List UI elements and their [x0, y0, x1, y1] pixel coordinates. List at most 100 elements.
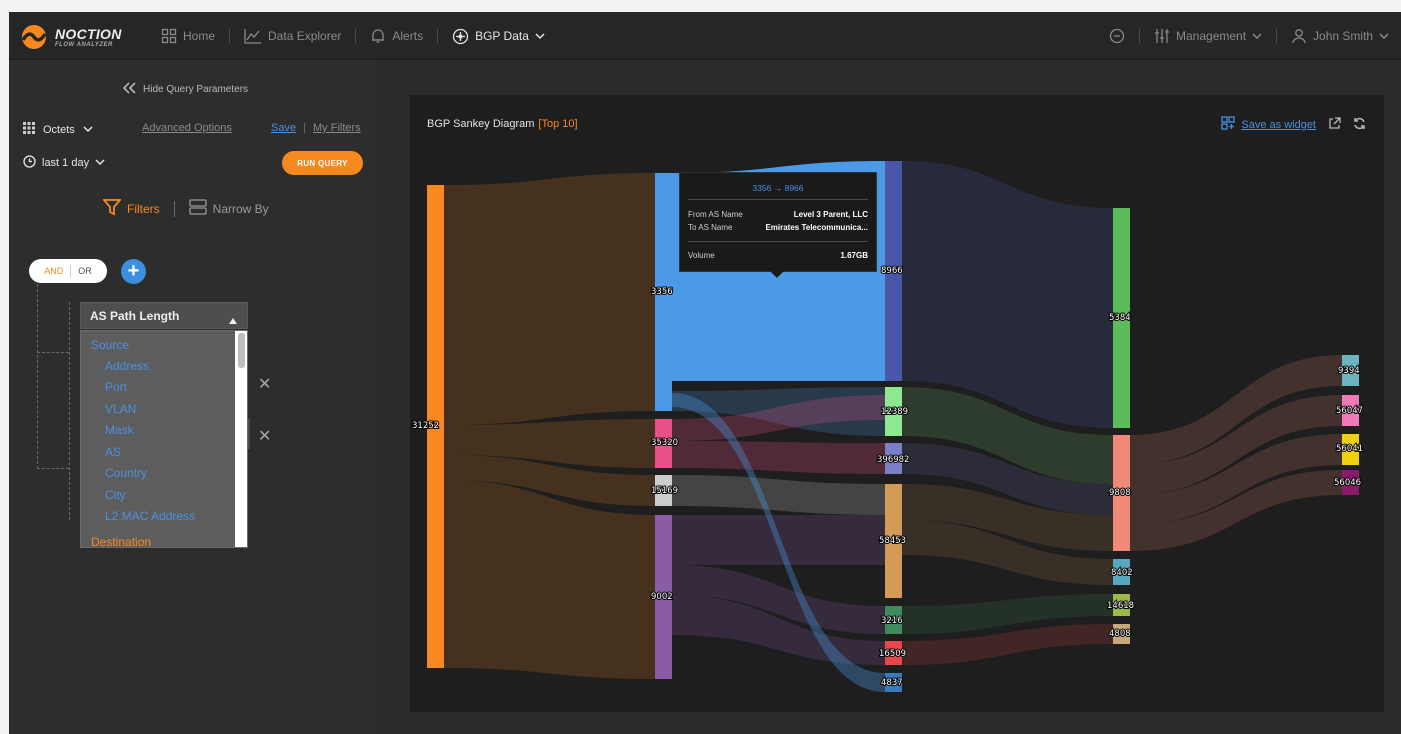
sankey-diagram: 3216 3356 4808 4837 5384 8402 8966 9002 9394 9808… [411, 161, 1364, 692]
nav-bgp-data-label: BGP Data [475, 29, 529, 43]
option-address[interactable]: Address [105, 359, 149, 373]
tooltip-from-value: Level 3 Parent, LLC [793, 210, 868, 219]
chat-button[interactable] [1109, 28, 1125, 44]
save-link[interactable]: Save [271, 122, 296, 134]
tab-narrow-by-label: Narrow By [212, 201, 269, 216]
link-tooltip: 3356 → 8966 From AS Name Level 3 Parent,… [679, 172, 877, 278]
widget-title-text: BGP Sankey Diagram [427, 118, 535, 130]
sankey-node-label: 35320 [651, 438, 678, 448]
sankey-node-label: 56047 [1336, 406, 1363, 416]
chevron-down-icon [83, 124, 93, 136]
nav-home[interactable]: Home [161, 28, 215, 44]
sankey-link-31252-3356[interactable] [444, 173, 655, 425]
remove-filter-icon[interactable]: ✕ [258, 426, 271, 446]
sankey-link-8966-5384[interactable] [902, 161, 1113, 428]
nav-bgp-data[interactable]: BGP Data [452, 28, 545, 45]
and-option[interactable]: AND [44, 266, 63, 276]
option-mask[interactable]: Mask [105, 423, 134, 437]
dropdown-scrollbar[interactable] [235, 331, 247, 547]
nav-management[interactable]: Management [1154, 28, 1262, 44]
sankey-node-label: 9002 [651, 592, 673, 602]
chevron-down-icon [1252, 32, 1262, 40]
user-menu[interactable]: John Smith [1291, 28, 1389, 44]
save-as-widget-button[interactable]: Save as widget [1221, 116, 1316, 133]
nav-separator [355, 28, 357, 44]
double-chevron-left-icon [122, 82, 137, 97]
main-nav: Home Data Explorer Alerts BGP Data [161, 12, 545, 60]
add-filter-button[interactable]: + [121, 259, 146, 284]
sankey-node-label: 4808 [1109, 629, 1131, 639]
nav-management-label: Management [1176, 29, 1247, 43]
sankey-node-label: 58453 [879, 536, 906, 546]
advanced-options-link[interactable]: Advanced Options [142, 122, 232, 134]
tab-narrow-by[interactable]: Narrow By [189, 199, 269, 218]
line-chart-icon [244, 28, 262, 44]
sankey-link-35320-396982[interactable] [672, 441, 885, 474]
sankey-node-label: 8402 [1111, 568, 1133, 578]
metric-select[interactable]: Octets [23, 122, 93, 137]
sankey-node-label: 3216 [881, 616, 903, 626]
sliders-icon [1154, 28, 1170, 44]
tooltip-divider [688, 199, 868, 200]
nav-separator [229, 28, 231, 44]
chevron-down-icon [1379, 32, 1389, 40]
tree-line [69, 302, 70, 520]
hide-query-label: Hide Query Parameters [143, 84, 249, 95]
filters-tabs: Filters Narrow By [102, 198, 269, 219]
sankey-node-label: 12389 [881, 407, 908, 417]
sankey-node-label: 8966 [881, 266, 903, 276]
tree-line [37, 352, 69, 353]
filter-field-select[interactable]: AS Path Length [80, 302, 248, 329]
clock-icon [23, 155, 36, 171]
scrollbar-thumb[interactable] [238, 333, 245, 368]
right-nav: Management John Smith [1109, 12, 1389, 60]
chat-icon [1109, 28, 1125, 44]
tab-filters[interactable]: Filters [102, 198, 160, 219]
option-port[interactable]: Port [105, 380, 127, 394]
sankey-node-label: 31252 [412, 421, 439, 431]
tab-separator [173, 200, 175, 217]
app-logo[interactable]: NOCTION FLOW ANALYZER [19, 23, 122, 51]
option-destination[interactable]: Destination [91, 535, 151, 547]
sankey-node-label: 396982 [877, 455, 909, 465]
tooltip-volume-row: Volume 1.67GB [688, 251, 868, 260]
filter-funnel-icon [102, 198, 122, 219]
option-vlan[interactable]: VLAN [105, 402, 136, 416]
narrow-by-icon [189, 199, 207, 218]
tooltip-volume-label: Volume [688, 251, 715, 260]
nav-separator [437, 28, 439, 44]
tooltip-divider [688, 241, 868, 242]
or-option[interactable]: OR [78, 266, 92, 276]
tooltip-to-value: Emirates Telecommunica... [765, 223, 868, 232]
option-country[interactable]: Country [105, 466, 147, 480]
option-source[interactable]: Source [91, 338, 129, 352]
and-or-toggle[interactable]: AND OR [29, 259, 107, 283]
run-query-button[interactable]: RUN QUERY [282, 151, 363, 175]
tooltip-title: 3356 → 8966 [752, 183, 804, 193]
save-as-widget-label: Save as widget [1241, 118, 1316, 131]
option-l2-mac-address[interactable]: L2 MAC Address [105, 509, 195, 523]
logo-subtitle: FLOW ANALYZER [55, 41, 113, 48]
remove-filter-icon[interactable]: ✕ [258, 374, 271, 394]
option-as[interactable]: AS [105, 445, 121, 459]
filter-field-value: AS Path Length [90, 308, 180, 323]
external-link-icon[interactable] [1328, 116, 1341, 133]
option-city[interactable]: City [105, 488, 126, 502]
sankey-node-label: 14618 [1107, 601, 1134, 611]
hide-query-parameters-button[interactable]: Hide Query Parameters [122, 82, 249, 97]
nav-alerts[interactable]: Alerts [370, 28, 423, 44]
widget-actions: Save as widget [1221, 116, 1366, 133]
period-select[interactable]: last 1 day [23, 155, 105, 171]
nav-separator [1276, 28, 1278, 44]
my-filters-link[interactable]: My Filters [313, 122, 361, 134]
chevron-down-icon [95, 157, 105, 169]
grid-icon [161, 28, 177, 44]
refresh-icon[interactable] [1353, 117, 1366, 133]
sankey-link-31252-9002[interactable] [444, 480, 655, 679]
sankey-link-15169-58453[interactable] [672, 475, 885, 515]
sankey-node-label: 56041 [1336, 444, 1363, 454]
sankey-widget: 3216 3356 4808 4837 5384 8402 8966 9002 9394 9808… [410, 95, 1384, 712]
nav-data-explorer[interactable]: Data Explorer [244, 28, 341, 44]
toggle-divider [70, 265, 72, 277]
user-icon [1291, 28, 1307, 44]
